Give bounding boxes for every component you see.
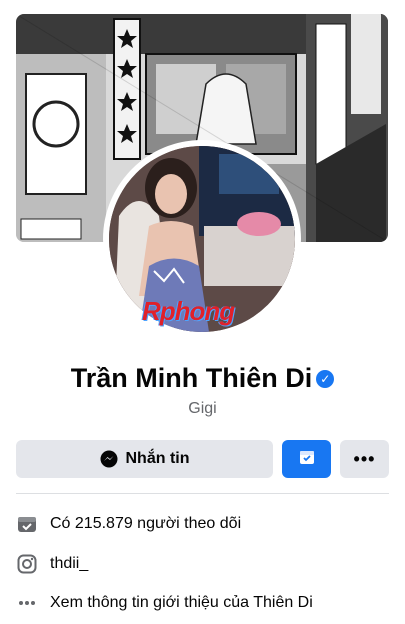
verified-badge-icon: ✓ xyxy=(316,370,335,388)
shop-button[interactable] xyxy=(282,440,331,478)
profile-nickname: Gigi xyxy=(188,400,217,417)
message-button-label: Nhắn tin xyxy=(125,450,190,467)
followers-text: Có 215.879 người theo dõi xyxy=(50,515,242,532)
followers-icon xyxy=(16,513,38,535)
section-divider xyxy=(16,493,389,494)
message-button[interactable]: Nhắn tin xyxy=(16,440,273,478)
shop-icon xyxy=(298,448,316,471)
followers-row[interactable]: Có 215.879 người theo dõi xyxy=(16,512,241,536)
profile-name: Trần Minh Thiên Di xyxy=(70,363,313,393)
about-link-text: Xem thông tin giới thiệu của Thiên Di xyxy=(50,594,313,611)
instagram-row[interactable]: thdii_ xyxy=(16,552,88,576)
avatar-watermark: Rphong xyxy=(142,296,235,326)
instagram-icon xyxy=(16,553,38,575)
more-dots-icon: ••• xyxy=(353,448,376,469)
instagram-handle: thdii_ xyxy=(50,555,89,572)
messenger-icon xyxy=(100,450,118,468)
profile-name-row: Trần Minh Thiên Di ✓ xyxy=(0,360,405,396)
more-options-button[interactable]: ••• xyxy=(340,440,389,478)
more-dots-icon xyxy=(16,592,38,614)
about-row[interactable]: Xem thông tin giới thiệu của Thiên Di xyxy=(16,591,313,615)
